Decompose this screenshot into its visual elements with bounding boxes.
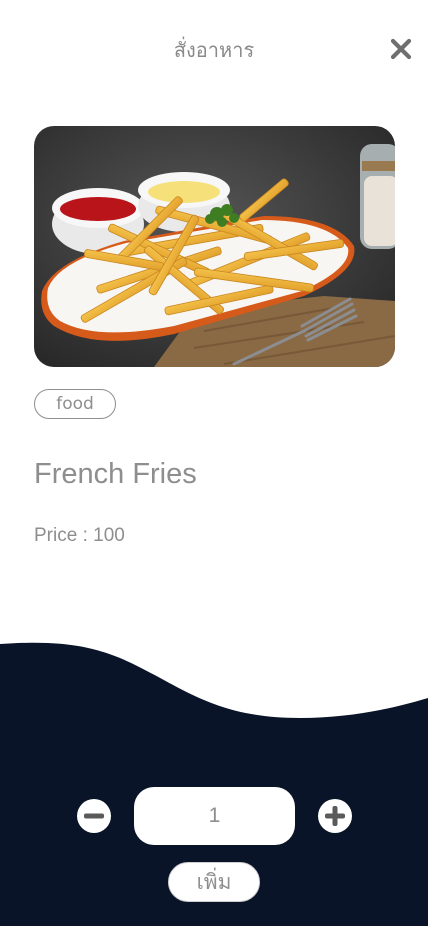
close-icon (390, 38, 412, 60)
decrease-quantity-button[interactable] (76, 798, 112, 834)
minus-circle-icon (77, 799, 111, 833)
price-text: Price : 100 (34, 525, 125, 547)
plus-circle-icon (318, 799, 352, 833)
add-to-order-button[interactable]: เพิ่ม (168, 862, 260, 902)
header: สั่งอาหาร (0, 0, 428, 96)
price-label: Price (34, 525, 78, 546)
page-title: สั่งอาหาร (173, 38, 255, 62)
category-tag: food (34, 389, 116, 419)
food-photo (34, 126, 395, 367)
increase-quantity-button[interactable] (317, 798, 353, 834)
quantity-input[interactable] (134, 787, 295, 845)
price-value: 100 (93, 525, 125, 546)
close-button[interactable] (386, 34, 416, 64)
food-name: French Fries (34, 458, 197, 490)
price-separator: : (77, 525, 94, 546)
